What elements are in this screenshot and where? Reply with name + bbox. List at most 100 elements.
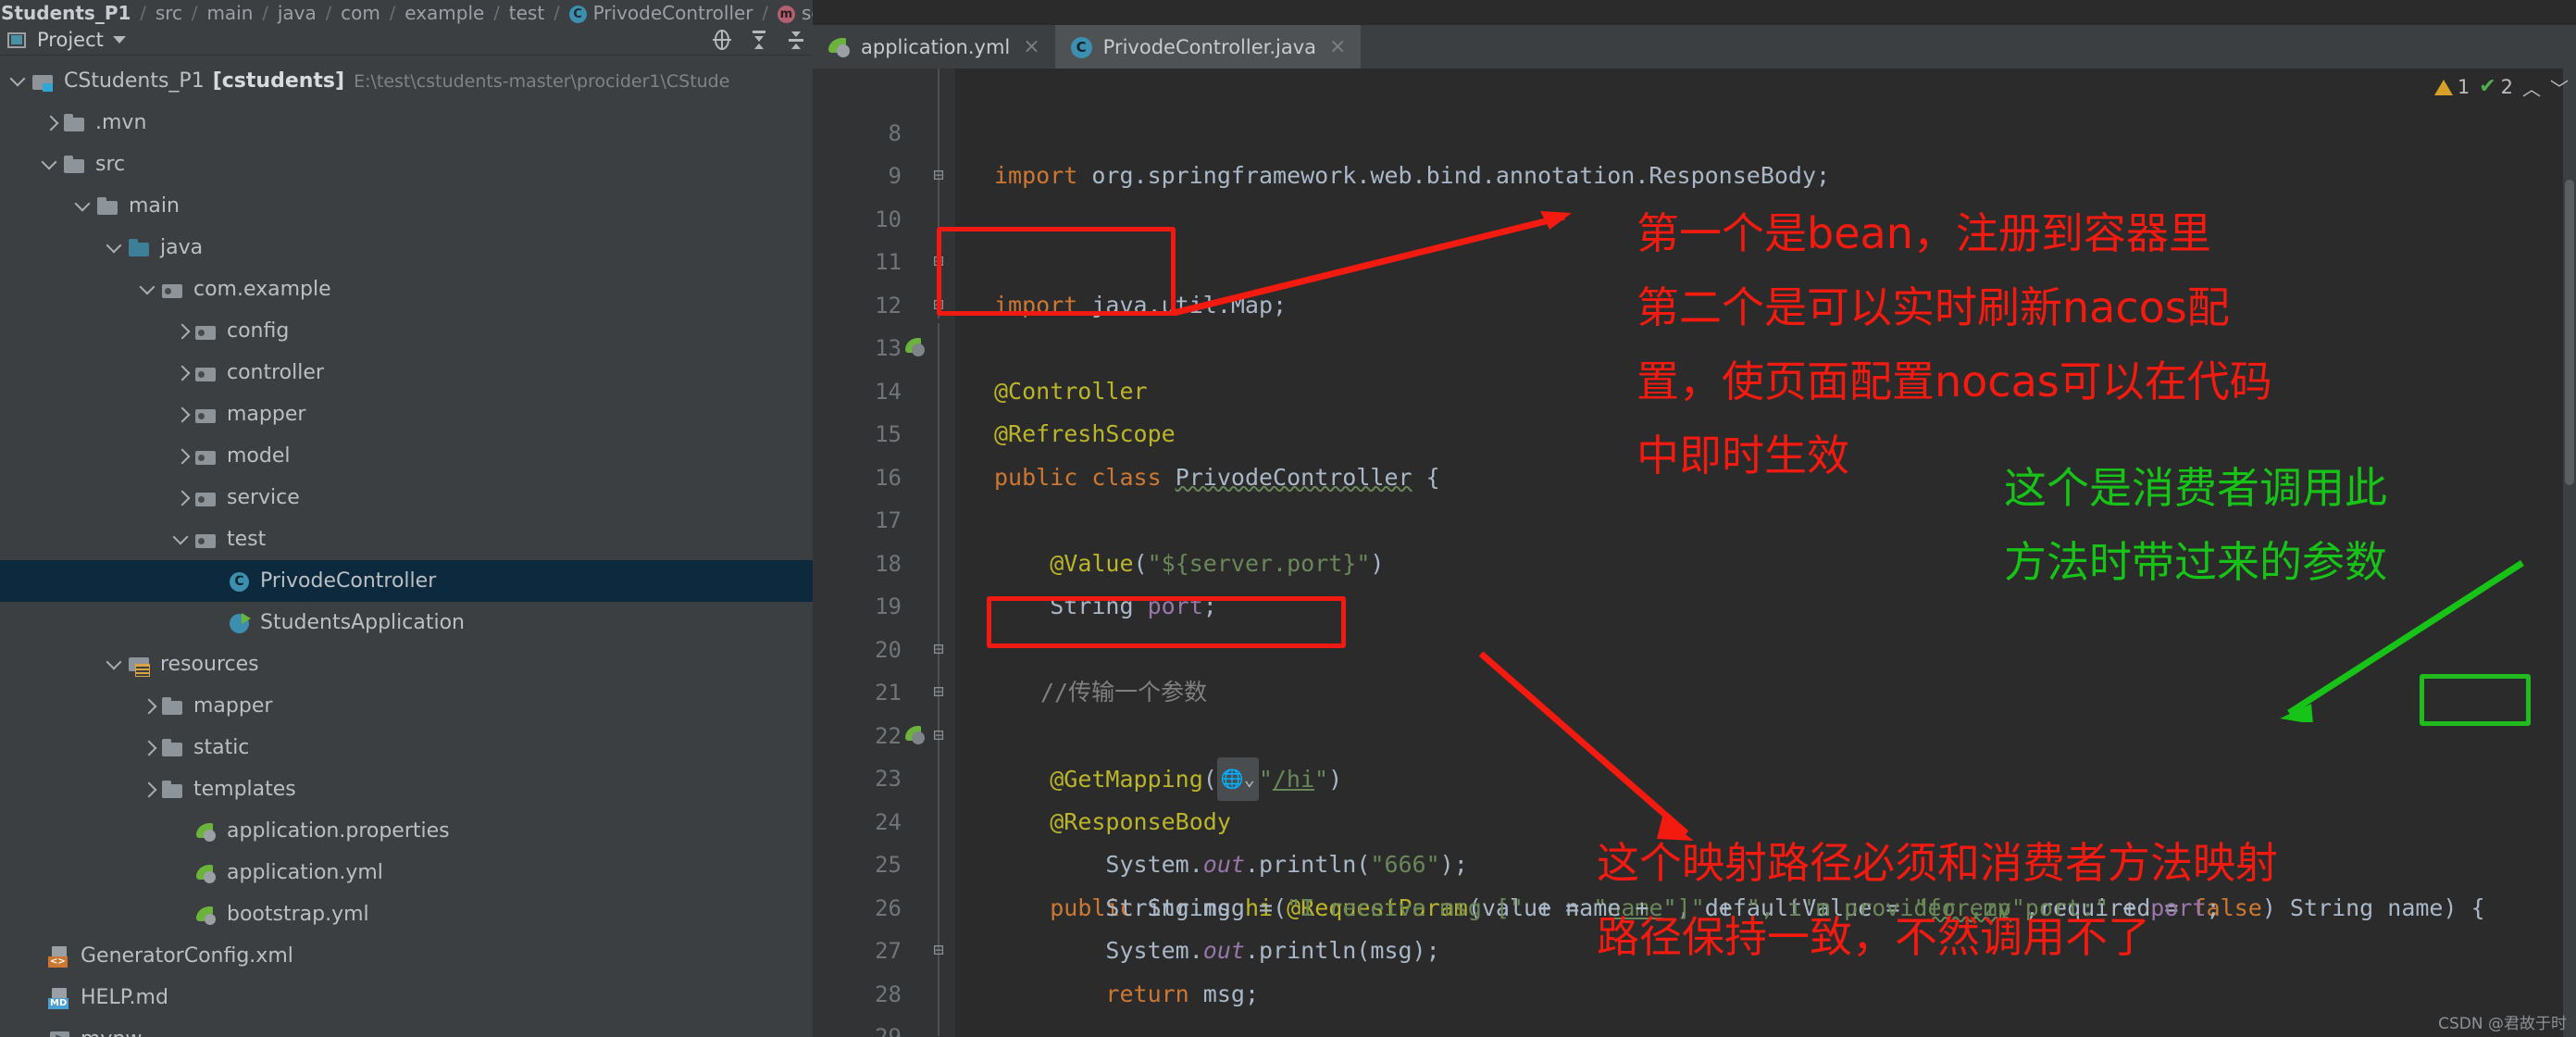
code-line[interactable]: 8 import org.springframework.web.bind.an…	[813, 69, 2576, 190]
code-line[interactable]: 29	[813, 973, 2576, 1037]
tree-row-generatorconfig-xml[interactable]: <> GeneratorConfig.xml	[0, 935, 916, 977]
code-line[interactable]: 12 ⊟ @Controller	[813, 241, 2576, 405]
expand-all-icon[interactable]	[743, 28, 775, 52]
breadcrumb-item-1[interactable]: src	[156, 2, 182, 24]
code-lines[interactable]: 8 import org.springframework.web.bind.an…	[813, 69, 2576, 1037]
chevron-right-icon[interactable]	[170, 444, 194, 469]
fold-marker-icon[interactable]: ⊟	[929, 253, 948, 271]
code-line[interactable]: 21 ⊟ @GetMapping(🌐⌄ "/hi")	[813, 629, 2576, 801]
chevron-down-icon[interactable]: ﹀	[2550, 74, 2569, 101]
chevron-down-icon[interactable]	[39, 153, 63, 177]
code-line[interactable]: 23 ⊟ public String hi(@RequestParam(valu…	[813, 715, 2576, 921]
tree-row-privodecontroller[interactable]: PrivodeController	[0, 560, 916, 602]
code-line[interactable]: 14 public class PrivodeController {	[813, 327, 2576, 491]
chevron-down-icon[interactable]	[112, 36, 126, 44]
breadcrumb-item-6[interactable]: test	[509, 2, 544, 24]
tree-row-service[interactable]: service	[0, 477, 916, 518]
code-line[interactable]: 22 ⊟ @ResponseBody	[813, 671, 2576, 835]
tree-row-java[interactable]: java	[0, 227, 916, 269]
tree-row-res-mapper[interactable]: mapper	[0, 685, 916, 727]
tab-application-yml[interactable]: application.yml ×	[813, 25, 1055, 69]
chevron-down-icon[interactable]	[104, 236, 128, 260]
close-icon[interactable]: ×	[1329, 35, 1346, 58]
chevron-right-icon[interactable]	[170, 319, 194, 344]
tree-row-application-properties[interactable]: application.properties	[0, 810, 916, 852]
tree-row-mvn[interactable]: .mvn	[0, 102, 916, 144]
code-line[interactable]: 25 String msg = "I receive msg [" + name…	[813, 801, 2576, 921]
spring-mapping-gutter-icon[interactable]	[905, 725, 927, 747]
collapse-all-icon[interactable]	[780, 28, 812, 52]
locate-icon[interactable]	[706, 28, 738, 52]
inspection-widget[interactable]: 1 ✔ 2 ︿ ﹀	[2433, 69, 2569, 106]
project-tree[interactable]: CStudents_P1 [cstudents] E:\test\cstuden…	[0, 56, 916, 1037]
chevron-right-icon[interactable]	[170, 486, 194, 510]
breadcrumb-item-2[interactable]: main	[206, 2, 253, 24]
tree-row-studentsapplication[interactable]: StudentsApplication	[0, 602, 916, 643]
tree-row-help-md[interactable]: MD HELP.md	[0, 977, 916, 1018]
scrollbar-thumb[interactable]	[2565, 180, 2574, 485]
tree-row-static[interactable]: static	[0, 727, 916, 768]
code-line[interactable]: 16	[813, 413, 2576, 491]
spring-class-icon	[228, 612, 252, 633]
tree-row-model[interactable]: model	[0, 435, 916, 477]
chevron-right-icon[interactable]	[137, 778, 161, 802]
breadcrumb-item-4[interactable]: com	[341, 2, 380, 24]
tree-row-project[interactable]: CStudents_P1 [cstudents] E:\test\cstuden…	[0, 60, 916, 102]
breadcrumb-item-3[interactable]: java	[278, 2, 317, 24]
code-line[interactable]: 9	[813, 112, 2576, 189]
ok-count[interactable]: ✔ 2	[2479, 76, 2513, 98]
chevron-down-icon[interactable]	[72, 194, 96, 219]
chevron-down-icon[interactable]	[7, 69, 31, 94]
fold-marker-icon[interactable]: ⊟	[929, 640, 948, 659]
chevron-up-icon[interactable]: ︿	[2522, 74, 2541, 101]
chevron-down-icon[interactable]	[137, 278, 161, 302]
fold-marker-icon[interactable]: ⊟	[929, 942, 948, 960]
tree-row-bootstrap-yml[interactable]: bootstrap.yml	[0, 893, 916, 935]
code-line[interactable]: 30 //传输多个参数	[813, 1016, 2576, 1037]
tree-row-src[interactable]: src	[0, 144, 916, 185]
chevron-down-icon[interactable]	[104, 653, 128, 677]
tree-row-mapper[interactable]: mapper	[0, 394, 916, 435]
code-line[interactable]: 15	[813, 370, 2576, 447]
code-line[interactable]: 27 return msg;	[813, 887, 2576, 1007]
code-line[interactable]: 10 ⊟ import java.util.Map;	[813, 155, 2576, 319]
fold-marker-icon[interactable]: ⊟	[929, 295, 948, 315]
chevron-right-icon[interactable]	[137, 694, 161, 718]
tree-row-com-example[interactable]: com.example	[0, 269, 916, 310]
code-line[interactable]: 13 ⊟ @RefreshScope	[813, 284, 2576, 447]
tree-row-application-yml[interactable]: application.yml	[0, 852, 916, 893]
chevron-down-icon[interactable]	[170, 528, 194, 552]
tree-row-config[interactable]: config	[0, 310, 916, 352]
tree-row-main[interactable]: main	[0, 185, 916, 227]
fold-marker-icon[interactable]: ⊟	[929, 683, 948, 702]
code-line[interactable]: 26 System.out.println(msg);	[813, 843, 2576, 965]
spring-bean-gutter-icon[interactable]	[905, 337, 927, 359]
tree-row-controller[interactable]: controller	[0, 352, 916, 394]
warning-count[interactable]: 1	[2433, 76, 2470, 98]
breadcrumb-item-0[interactable]: CStudents_P1	[0, 2, 131, 24]
code-line[interactable]: 18 String port;	[813, 499, 2576, 620]
code-line[interactable]: 11	[813, 198, 2576, 275]
close-icon[interactable]: ×	[1023, 35, 1039, 58]
package-icon	[161, 280, 185, 300]
tab-privodecontroller-java[interactable]: PrivodeController.java ×	[1054, 25, 1362, 69]
chevron-right-icon[interactable]	[170, 361, 194, 385]
code-line[interactable]: 17 @Value("${server.port}")	[813, 456, 2576, 577]
breadcrumb-item-5[interactable]: example	[404, 2, 484, 24]
editor-vertical-scrollbar[interactable]	[2563, 69, 2576, 1037]
tree-row-templates[interactable]: templates	[0, 768, 916, 810]
code-line[interactable]: 24 System.out.println("666");	[813, 757, 2576, 879]
tree-row-test[interactable]: test	[0, 518, 916, 560]
fold-marker-icon[interactable]: ⊟	[929, 726, 948, 745]
code-line[interactable]: 28 ⊟ }	[813, 930, 2576, 1007]
code-editor[interactable]: 8 import org.springframework.web.bind.an…	[813, 69, 2576, 1037]
fold-marker-icon[interactable]: ⊟	[929, 167, 948, 185]
breadcrumb-item-7[interactable]: PrivodeController	[568, 2, 753, 24]
chevron-right-icon[interactable]	[39, 111, 63, 135]
tree-row-resources[interactable]: resources	[0, 643, 916, 685]
tree-row-mvnw[interactable]: mvnw	[0, 1018, 916, 1037]
chevron-right-icon[interactable]	[170, 403, 194, 427]
code-line[interactable]: 20 //传输一个参数	[813, 585, 2576, 706]
chevron-right-icon[interactable]	[137, 736, 161, 760]
code-line[interactable]: 19	[813, 543, 2576, 619]
